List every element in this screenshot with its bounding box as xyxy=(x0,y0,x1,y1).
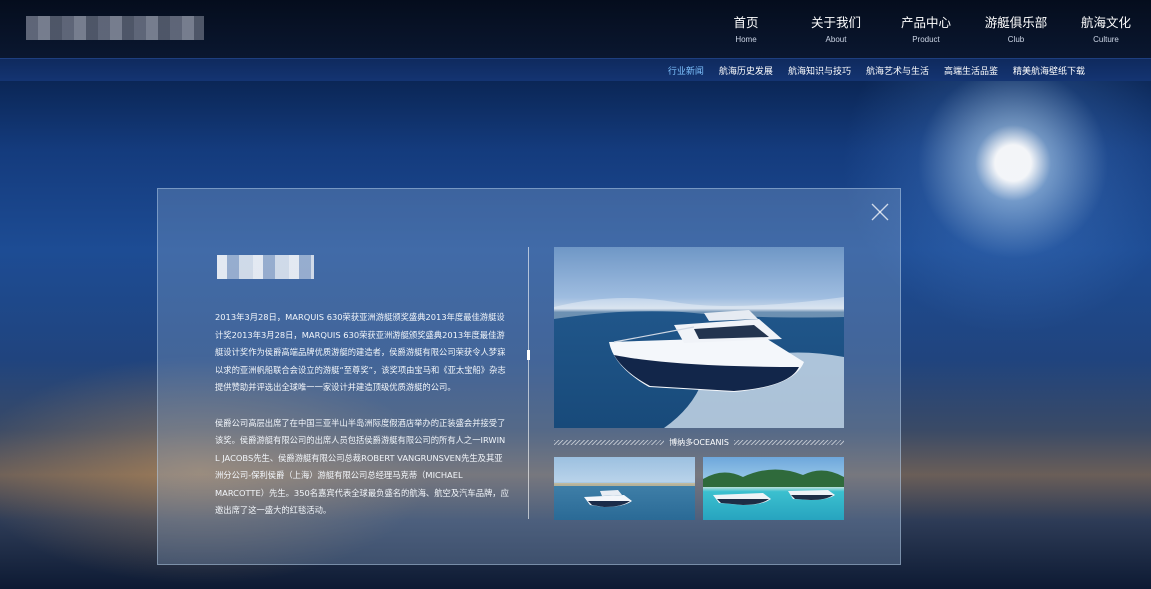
scroll-track[interactable] xyxy=(528,247,529,519)
nav-item-label: 首页 xyxy=(733,15,759,30)
main-nav: 首页 Home 关于我们 About 产品中心 Product 游艇俱乐部 Cl… xyxy=(701,14,1151,44)
nav-item-sublabel: Culture xyxy=(1093,35,1119,44)
nav-item-sublabel: About xyxy=(825,35,847,44)
nav-item-label: 产品中心 xyxy=(900,15,951,30)
subnav-item-industry-news[interactable]: 行业新闻 xyxy=(668,64,704,77)
nav-item-culture[interactable]: 航海文化 Culture xyxy=(1061,14,1151,44)
caption-divider xyxy=(554,439,665,445)
close-icon[interactable] xyxy=(869,201,891,223)
subnav-item-art-life[interactable]: 航海艺术与生活 xyxy=(866,64,929,77)
article-paragraph: 2013年3月28日，MARQUIS 630荣获亚洲游艇颁奖盛典2013年度最佳… xyxy=(215,312,506,392)
site-logo[interactable] xyxy=(26,16,204,40)
subnav-item-wallpaper[interactable]: 精美航海壁纸下载 xyxy=(1013,64,1085,77)
gallery-thumbnail-2[interactable] xyxy=(703,457,844,520)
gallery-thumbnail-1[interactable] xyxy=(554,457,695,520)
article-body: 2013年3月28日，MARQUIS 630荣获亚洲游艇颁奖盛典2013年度最佳… xyxy=(215,309,509,538)
caption-divider xyxy=(733,439,844,445)
nav-item-label: 关于我们 xyxy=(810,15,861,30)
nav-item-sublabel: Club xyxy=(1007,35,1025,44)
article-panel: 2013年3月28日，MARQUIS 630荣获亚洲游艇颁奖盛典2013年度最佳… xyxy=(157,188,901,565)
subnav-item-history[interactable]: 航海历史发展 xyxy=(719,64,773,77)
top-header: 首页 Home 关于我们 About 产品中心 Product 游艇俱乐部 Cl… xyxy=(0,0,1151,58)
nav-item-about[interactable]: 关于我们 About xyxy=(791,14,881,44)
subnav-item-lifestyle[interactable]: 高端生活品鉴 xyxy=(944,64,998,77)
nav-item-sublabel: Product xyxy=(912,35,940,44)
nav-item-product[interactable]: 产品中心 Product xyxy=(881,14,971,44)
gallery-caption-row: 博纳多OCEANIS xyxy=(554,436,844,448)
nav-item-sublabel: Home xyxy=(735,35,757,44)
yacht-main-photo[interactable] xyxy=(554,247,844,428)
nav-item-label: 游艇俱乐部 xyxy=(984,15,1048,30)
article-title-image xyxy=(217,255,314,279)
scroll-handle[interactable] xyxy=(527,350,530,360)
nav-item-club[interactable]: 游艇俱乐部 Club xyxy=(971,14,1061,44)
sub-nav: 行业新闻 航海历史发展 航海知识与技巧 航海艺术与生活 高端生活品鉴 精美航海壁… xyxy=(653,59,1085,81)
nav-item-label: 航海文化 xyxy=(1080,15,1131,30)
subnav-item-knowledge[interactable]: 航海知识与技巧 xyxy=(788,64,851,77)
sub-nav-bar: 行业新闻 航海历史发展 航海知识与技巧 航海艺术与生活 高端生活品鉴 精美航海壁… xyxy=(0,58,1151,81)
article-paragraph: 侯爵公司高层出席了在中国三亚半山半岛洲际度假酒店举办的正装盛会并接受了该奖。侯爵… xyxy=(215,417,509,516)
nav-item-home[interactable]: 首页 Home xyxy=(701,14,791,44)
gallery-caption: 博纳多OCEANIS xyxy=(669,437,729,447)
